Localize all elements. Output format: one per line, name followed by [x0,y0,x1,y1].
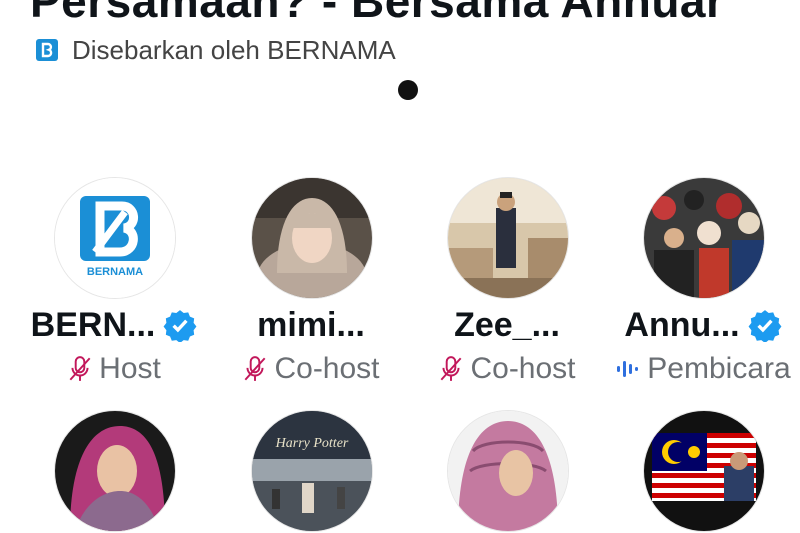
avatar[interactable] [251,177,373,299]
participant-name-row: Annu... [603,302,800,348]
man-in-room-photo-icon [448,178,568,298]
avatar[interactable] [54,410,176,532]
bernama-logo-icon: BERNAMA [55,178,175,298]
participant-role-row: Host [4,349,224,389]
participant-role: Host [99,352,161,385]
muted-mic-icon [441,356,462,381]
participant-name-row: mimi... [211,302,411,348]
participant-role-row: Co-host [201,349,421,389]
muted-mic-icon [245,356,266,381]
avatar[interactable]: Harry Potter [251,410,373,532]
participant-name: Annu... [624,305,740,344]
participant-role: Co-host [274,352,380,385]
avatar[interactable] [643,410,765,532]
speaking-wave-icon [617,361,639,377]
participant-grid: BERNAMA BERN... Host mimi... Co-host Zee… [0,0,800,533]
participant-name-row: Zee_... [407,302,607,348]
participant-name: mimi... [257,305,365,344]
avatar[interactable] [447,177,569,299]
woman-pink-hijab-photo-icon [55,411,175,531]
verified-badge-icon [748,310,782,342]
avatar[interactable] [447,410,569,532]
participant-role-row: Pembicara [593,349,800,389]
crowd-photo-icon [644,178,764,298]
avatar-label: BERNAMA [87,266,143,278]
avatar[interactable] [643,177,765,299]
woman-pink-scarf-photo-icon [448,411,568,531]
avatar[interactable]: BERNAMA [54,177,176,299]
participant-name: BERN... [30,305,156,344]
participant-role-row: Co-host [397,349,617,389]
harry-potter-studio-photo-icon: Harry Potter [252,411,372,531]
participant-role: Pembicara [647,352,791,385]
woman-hijab-photo-icon [252,178,372,298]
malaysia-flag-photo-icon [644,411,764,531]
verified-badge-icon [163,310,197,342]
participant-name: Zee_... [454,305,560,344]
muted-mic-icon [69,356,91,381]
participant-role: Co-host [470,352,576,385]
participant-name-row: BERN... [14,302,214,348]
avatar-label: Harry Potter [275,436,349,451]
